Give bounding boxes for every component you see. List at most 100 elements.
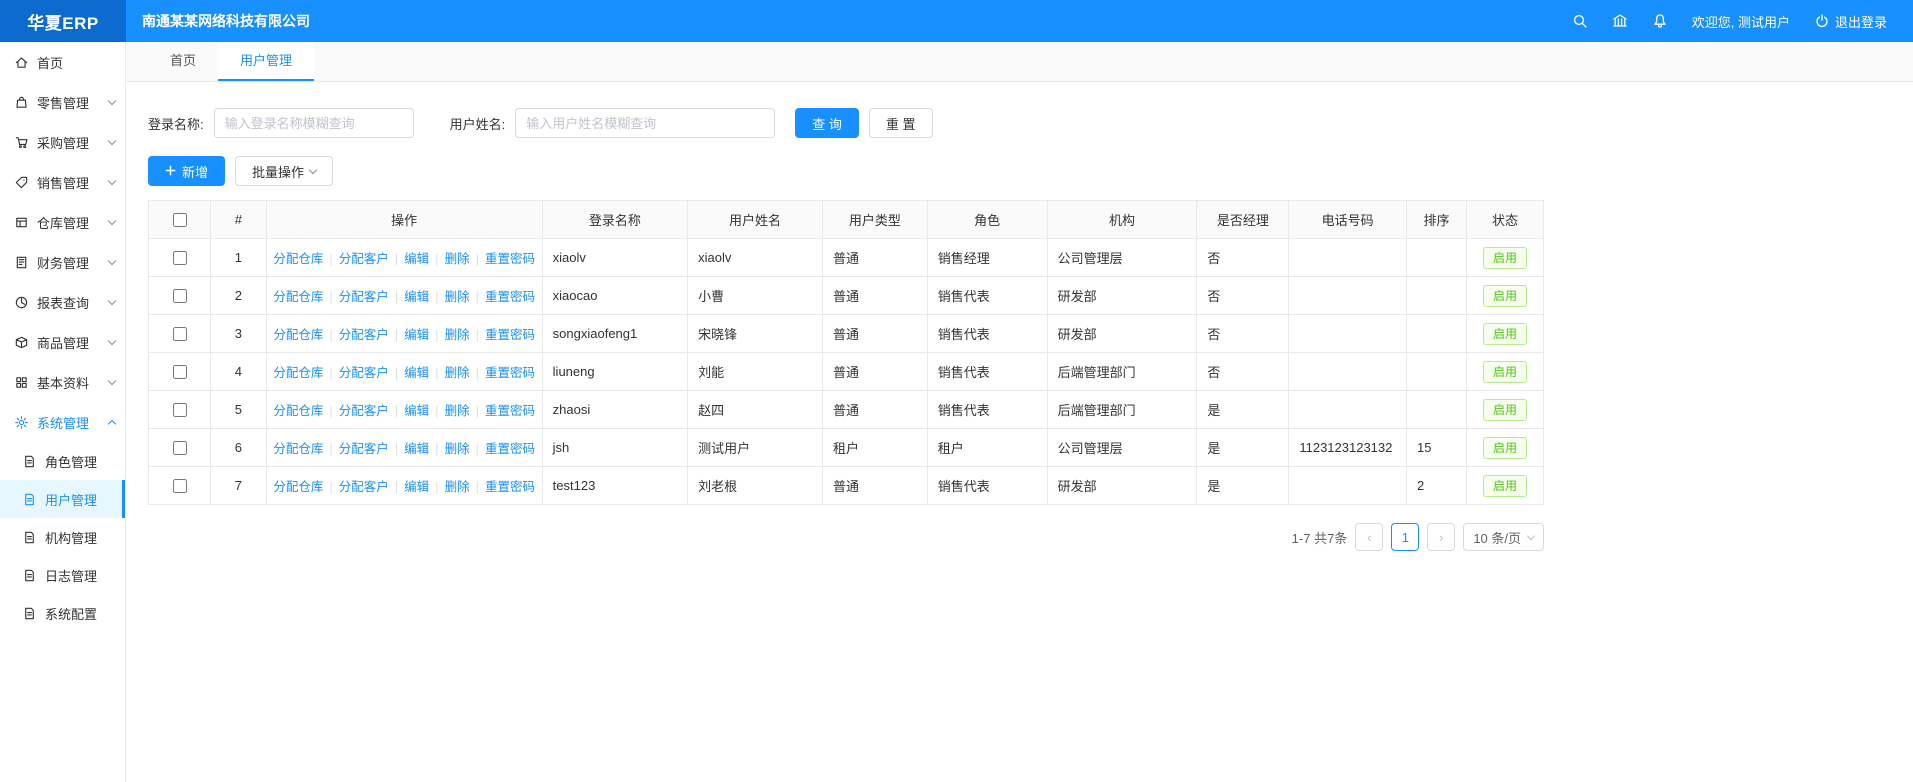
prev-page-button[interactable]: ‹: [1355, 523, 1383, 551]
row-checkbox-cell: [149, 277, 211, 315]
assign-warehouse-link[interactable]: 分配仓库: [273, 404, 323, 418]
sidebar-item[interactable]: 商品管理: [0, 322, 125, 362]
row-checkbox[interactable]: [173, 251, 187, 265]
table-row: 6分配仓库|分配客户|编辑|删除|重置密码jsh测试用户租户租户公司管理层是11…: [149, 429, 1544, 467]
edit-link[interactable]: 编辑: [404, 442, 429, 456]
query-button[interactable]: 查 询: [795, 108, 859, 138]
logout-button[interactable]: 退出登录: [1814, 12, 1887, 31]
reset-password-link[interactable]: 重置密码: [485, 480, 535, 494]
action-separator: |: [395, 365, 398, 380]
user-name-input[interactable]: [515, 108, 775, 138]
sidebar-item[interactable]: 基本资料: [0, 362, 125, 402]
chevron-down-icon: [108, 376, 116, 384]
cell-name: 测试用户: [688, 429, 823, 467]
cell-role: 销售代表: [927, 277, 1047, 315]
assign-warehouse-link[interactable]: 分配仓库: [273, 252, 323, 266]
assign-customer-link[interactable]: 分配客户: [339, 480, 389, 494]
assign-warehouse-link[interactable]: 分配仓库: [273, 290, 323, 304]
assign-warehouse-link[interactable]: 分配仓库: [273, 366, 323, 380]
sidebar-item[interactable]: 财务管理: [0, 242, 125, 282]
action-separator: |: [476, 327, 479, 342]
cell-manager: 否: [1197, 353, 1289, 391]
bell-icon[interactable]: [1652, 13, 1668, 29]
assign-customer-link[interactable]: 分配客户: [339, 328, 389, 342]
sidebar-subitem[interactable]: 角色管理: [0, 442, 125, 480]
sidebar-item-label: 基本资料: [37, 373, 89, 392]
row-checkbox[interactable]: [173, 403, 187, 417]
reset-password-link[interactable]: 重置密码: [485, 366, 535, 380]
delete-link[interactable]: 删除: [445, 480, 470, 494]
column-header: 角色: [927, 201, 1047, 239]
action-separator: |: [395, 327, 398, 342]
column-header: 登录名称: [542, 201, 687, 239]
sidebar-item[interactable]: 采购管理: [0, 122, 125, 162]
status-badge: 启用: [1483, 361, 1527, 383]
edit-link[interactable]: 编辑: [404, 252, 429, 266]
cell-sort: [1407, 239, 1467, 277]
page-number-button[interactable]: 1: [1391, 523, 1419, 551]
row-checkbox[interactable]: [173, 289, 187, 303]
assign-customer-link[interactable]: 分配客户: [339, 366, 389, 380]
add-button[interactable]: 新增: [148, 156, 225, 186]
edit-link[interactable]: 编辑: [404, 480, 429, 494]
reset-password-link[interactable]: 重置密码: [485, 442, 535, 456]
sidebar-item[interactable]: 首页: [0, 42, 125, 82]
row-checkbox[interactable]: [173, 479, 187, 493]
assign-customer-link[interactable]: 分配客户: [339, 442, 389, 456]
sidebar-subitem-label: 系统配置: [45, 604, 97, 623]
delete-link[interactable]: 删除: [445, 290, 470, 304]
assign-warehouse-link[interactable]: 分配仓库: [273, 328, 323, 342]
edit-link[interactable]: 编辑: [404, 366, 429, 380]
reset-password-link[interactable]: 重置密码: [485, 404, 535, 418]
sidebar-item[interactable]: 报表查询: [0, 282, 125, 322]
warehouse-icon: [14, 215, 29, 230]
cell-sort: 2: [1407, 467, 1467, 505]
assign-customer-link[interactable]: 分配客户: [339, 252, 389, 266]
row-checkbox[interactable]: [173, 365, 187, 379]
cell-sort: 15: [1407, 429, 1467, 467]
assign-warehouse-link[interactable]: 分配仓库: [273, 442, 323, 456]
delete-link[interactable]: 删除: [445, 252, 470, 266]
cell-role: 销售代表: [927, 315, 1047, 353]
delete-link[interactable]: 删除: [445, 366, 470, 380]
login-name-label: 登录名称:: [148, 114, 204, 133]
sidebar-item[interactable]: 零售管理: [0, 82, 125, 122]
action-separator: |: [329, 441, 332, 456]
cell-role: 销售代表: [927, 467, 1047, 505]
bank-icon[interactable]: [1612, 13, 1628, 29]
batch-operation-button[interactable]: 批量操作: [235, 156, 333, 186]
sidebar-item[interactable]: 销售管理: [0, 162, 125, 202]
edit-link[interactable]: 编辑: [404, 404, 429, 418]
next-page-button[interactable]: ›: [1427, 523, 1455, 551]
assign-customer-link[interactable]: 分配客户: [339, 404, 389, 418]
reset-password-link[interactable]: 重置密码: [485, 252, 535, 266]
sidebar-item[interactable]: 仓库管理: [0, 202, 125, 242]
reset-button[interactable]: 重 置: [869, 108, 933, 138]
reset-password-link[interactable]: 重置密码: [485, 328, 535, 342]
sidebar-subitem[interactable]: 用户管理: [0, 480, 125, 518]
tab-home[interactable]: 首页: [148, 42, 218, 81]
tab-user-management[interactable]: 用户管理: [218, 42, 314, 81]
assign-customer-link[interactable]: 分配客户: [339, 290, 389, 304]
row-checkbox[interactable]: [173, 441, 187, 455]
assign-warehouse-link[interactable]: 分配仓库: [273, 480, 323, 494]
edit-link[interactable]: 编辑: [404, 328, 429, 342]
page-size-select[interactable]: 10 条/页: [1463, 523, 1544, 551]
sidebar-subitem-label: 角色管理: [45, 452, 97, 471]
user-table-body: 1分配仓库|分配客户|编辑|删除|重置密码xiaolvxiaolv普通销售经理公…: [149, 239, 1544, 505]
sidebar-subitem[interactable]: 系统配置: [0, 594, 125, 632]
select-all-checkbox[interactable]: [173, 213, 187, 227]
row-checkbox[interactable]: [173, 327, 187, 341]
row-index: 2: [211, 277, 267, 315]
row-index: 3: [211, 315, 267, 353]
delete-link[interactable]: 删除: [445, 328, 470, 342]
sidebar-subitem[interactable]: 日志管理: [0, 556, 125, 594]
delete-link[interactable]: 删除: [445, 404, 470, 418]
delete-link[interactable]: 删除: [445, 442, 470, 456]
sidebar-subitem[interactable]: 机构管理: [0, 518, 125, 556]
edit-link[interactable]: 编辑: [404, 290, 429, 304]
sidebar-item[interactable]: 系统管理: [0, 402, 125, 442]
search-icon[interactable]: [1572, 13, 1588, 29]
login-name-input[interactable]: [214, 108, 414, 138]
reset-password-link[interactable]: 重置密码: [485, 290, 535, 304]
